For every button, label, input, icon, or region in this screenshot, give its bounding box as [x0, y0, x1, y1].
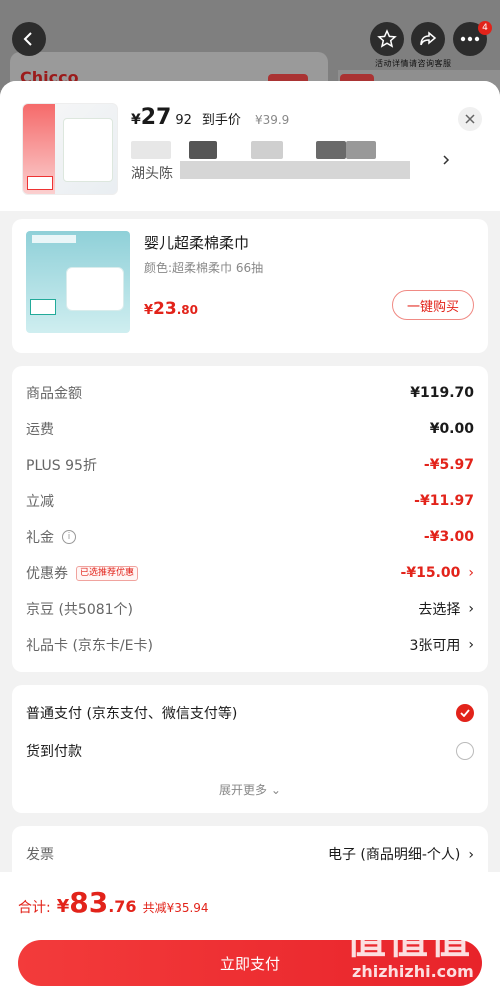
final-price: ¥ 27 92 到手价 ¥39.9 — [131, 105, 289, 130]
chevron-right-icon: › — [468, 847, 474, 863]
product-card: 婴儿超柔棉柔巾 颜色:超柔棉柔巾 66抽 ¥23.80 一键购买 — [12, 219, 488, 353]
payment-option-label: 货到付款 — [26, 744, 82, 760]
image-package — [66, 267, 124, 311]
fee-label: 运费 — [26, 422, 54, 438]
invoice-value-wrap: 电子 (商品明细-个人) › — [328, 844, 474, 864]
payment-option-label: 普通支付 (京东支付、微信支付等) — [26, 706, 238, 722]
chevron-down-icon: ⌄ — [270, 783, 281, 797]
fee-row-instant-discount: 立减 -¥11.97 — [26, 489, 474, 513]
fee-label-wrap: 优惠券 已选推荐优惠 — [26, 563, 139, 583]
invoice-value: 电子 (商品明细-个人) — [327, 847, 461, 863]
share-icon — [420, 31, 437, 46]
fee-label: 京豆 (共5081个) — [26, 602, 134, 618]
fee-value-wrap: -¥15.00 › — [401, 565, 474, 581]
fee-value: ¥0.00 — [429, 421, 474, 437]
one-click-buy-button[interactable]: 一键购买 — [392, 290, 474, 320]
close-icon — [465, 114, 475, 124]
product-price-integer: 23 — [153, 299, 177, 319]
order-summary-header: ¥ 27 92 到手价 ¥39.9 湖头陈 — [0, 81, 500, 211]
fee-label: 优惠券 — [26, 566, 68, 582]
fee-row-plus-discount: PLUS 95折 -¥5.97 — [26, 453, 474, 477]
thumbnail-price-tag — [27, 176, 53, 190]
chevron-left-icon — [23, 32, 32, 46]
topbar-caption: 活动详情请咨询客服 — [375, 59, 452, 68]
fee-label: 礼金 — [26, 530, 54, 546]
total-savings: 共减¥35.94 — [142, 901, 209, 915]
chevron-right-icon: › — [468, 601, 474, 617]
fee-label: 立减 — [26, 494, 54, 510]
fee-value: -¥11.97 — [414, 493, 474, 509]
total-integer: 83 — [69, 886, 109, 919]
favorite-button[interactable] — [370, 22, 404, 56]
total-decimal: .76 — [108, 897, 137, 916]
product-spec: 颜色:超柔棉柔巾 66抽 — [144, 261, 264, 275]
fee-label-wrap: 礼金 i — [26, 527, 76, 547]
fee-row-gift-money: 礼金 i -¥3.00 — [26, 525, 474, 549]
product-thumbnail — [22, 103, 118, 195]
checkout-sheet: ¥ 27 92 到手价 ¥39.9 湖头陈 婴儿超柔棉柔巾 颜色:超柔棉柔巾 6… — [0, 81, 500, 1005]
total-symbol: ¥ — [56, 896, 70, 917]
fee-value: -¥3.00 — [423, 529, 474, 545]
product-price-decimal: .80 — [176, 303, 198, 317]
price-symbol: ¥ — [131, 112, 141, 128]
payment-method-card: 普通支付 (京东支付、微信支付等) 货到付款 展开更多 ⌄ — [12, 685, 488, 813]
fee-value-wrap: 3张可用 › — [409, 635, 474, 655]
address-line[interactable]: 湖头陈 — [131, 163, 173, 183]
info-icon[interactable]: i — [62, 530, 76, 544]
fee-row-goods: 商品金额 ¥119.70 — [26, 381, 474, 405]
fee-value: 3张可用 — [409, 638, 461, 654]
fee-row-gift-card[interactable]: 礼品卡 (京东卡/E卡) 3张可用 › — [26, 633, 474, 657]
original-price: ¥39.9 — [254, 113, 290, 127]
fee-value: ¥119.70 — [410, 385, 474, 401]
product-price: ¥23.80 — [144, 299, 198, 319]
thumbnail-package — [63, 118, 113, 182]
notification-badge: 4 — [478, 21, 492, 35]
expand-more-label: 展开更多 — [219, 783, 268, 797]
back-button[interactable] — [12, 22, 46, 56]
redacted-address — [180, 161, 410, 179]
redacted-address — [131, 141, 431, 159]
price-breakdown: 商品金额 ¥119.70 运费 ¥0.00 PLUS 95折 -¥5.97 立减… — [12, 366, 488, 672]
price-integer: 27 — [140, 105, 172, 130]
fee-label: 礼品卡 (京东卡/E卡) — [26, 638, 153, 654]
total-amount: 合计: ¥ 83 .76 共减¥35.94 — [18, 886, 209, 919]
coupon-badge: 已选推荐优惠 — [76, 565, 139, 581]
product-image — [26, 231, 130, 333]
radio-unchecked-icon[interactable] — [456, 742, 474, 760]
expand-more-link[interactable]: 展开更多 ⌄ — [12, 781, 488, 798]
image-label — [32, 235, 76, 243]
price-decimal: 92 — [175, 113, 192, 128]
fee-value-wrap: 去选择 › — [418, 599, 474, 619]
payment-option-standard[interactable]: 普通支付 (京东支付、微信支付等) — [26, 701, 474, 725]
fee-row-shipping: 运费 ¥0.00 — [26, 417, 474, 441]
watermark-logo: 值值值 — [346, 917, 472, 963]
payment-option-cod[interactable]: 货到付款 — [26, 739, 474, 763]
close-button[interactable] — [458, 107, 482, 131]
fee-value: 去选择 — [418, 602, 461, 618]
fee-row-jingdou[interactable]: 京豆 (共5081个) 去选择 › — [26, 597, 474, 621]
chevron-right-icon[interactable] — [442, 151, 450, 170]
total-label: 合计: — [18, 900, 51, 916]
fee-label: PLUS 95折 — [26, 458, 97, 474]
product-title: 婴儿超柔棉柔巾 — [144, 234, 250, 252]
chevron-right-icon: › — [468, 565, 474, 581]
image-tag — [30, 299, 56, 315]
watermark-url: zhizhizhi.com — [352, 962, 474, 981]
more-dots-icon — [460, 36, 480, 42]
fee-value: -¥15.00 — [400, 565, 461, 581]
chevron-right-icon: › — [468, 637, 474, 653]
invoice-label: 发票 — [26, 847, 54, 863]
product-price-symbol: ¥ — [144, 303, 154, 318]
fee-row-coupon[interactable]: 优惠券 已选推荐优惠 -¥15.00 › — [26, 561, 474, 585]
price-note: 到手价 — [201, 113, 241, 128]
share-button[interactable] — [411, 22, 445, 56]
fee-label: 商品金额 — [26, 386, 82, 402]
fee-value: -¥5.97 — [423, 457, 474, 473]
star-icon — [377, 29, 397, 48]
watermark: 值值值 zhizhizhi.com — [346, 918, 474, 981]
invoice-row[interactable]: 发票 电子 (商品明细-个人) › — [26, 842, 474, 866]
radio-checked-icon[interactable] — [456, 704, 474, 722]
